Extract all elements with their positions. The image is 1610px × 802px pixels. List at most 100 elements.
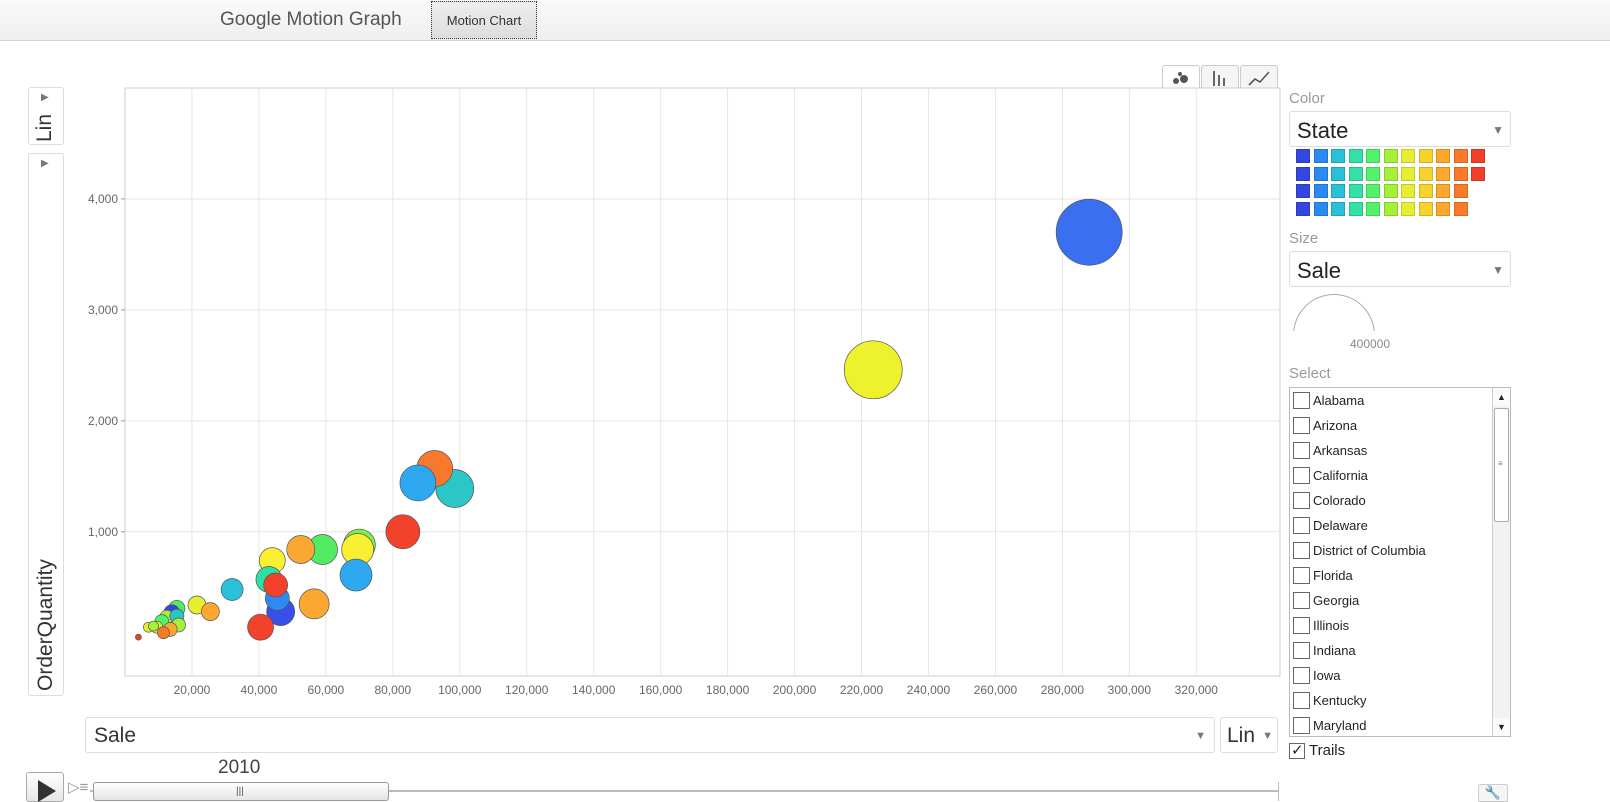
data-bubble[interactable] [298, 588, 330, 620]
size-dropdown[interactable]: Sale ▼ [1289, 251, 1511, 287]
color-swatch [1401, 149, 1415, 163]
color-swatch [1471, 166, 1485, 181]
data-bubble[interactable] [1055, 198, 1123, 266]
size-legend-value: 400000 [1350, 337, 1391, 351]
data-bubble[interactable] [148, 620, 159, 632]
select-item[interactable]: Indiana [1290, 638, 1356, 663]
speed-control-icon[interactable]: ▷≡ [68, 778, 88, 796]
x-variable-selector[interactable]: Sale ▼ [85, 717, 1215, 753]
select-item[interactable]: Colorado [1290, 488, 1366, 513]
scroll-up-icon[interactable]: ▲ [1493, 388, 1510, 406]
y-tick-label: 2,000 [88, 414, 118, 428]
data-bubble[interactable] [339, 558, 373, 592]
select-item-label: Iowa [1313, 668, 1341, 683]
color-swatch [1331, 201, 1345, 216]
select-item-label: Arizona [1313, 418, 1358, 433]
select-label: Select [1289, 365, 1331, 382]
select-item[interactable]: Arizona [1290, 413, 1357, 438]
data-bubble[interactable] [247, 613, 274, 641]
select-scrollbar[interactable]: ▲ ≡ ▼ [1492, 388, 1510, 736]
select-item[interactable]: Florida [1290, 563, 1353, 588]
data-bubble[interactable] [135, 633, 142, 641]
select-item[interactable]: Illinois [1290, 613, 1349, 638]
data-bubble[interactable] [843, 340, 903, 400]
select-checkbox[interactable] [1293, 642, 1310, 659]
select-item[interactable]: Arkansas [1290, 438, 1367, 463]
color-swatch [1383, 166, 1398, 181]
data-bubble[interactable] [220, 578, 244, 601]
color-swatch [1436, 201, 1450, 216]
entity-select-list[interactable]: Alabama Arizona Arkansas California Colorado… [1289, 387, 1511, 737]
select-item-label: California [1313, 468, 1368, 483]
trails-checkbox[interactable] [1289, 741, 1305, 759]
color-swatch [1436, 184, 1450, 198]
x-scale-selector[interactable]: Lin ▼ [1220, 717, 1278, 753]
select-checkbox[interactable] [1293, 592, 1310, 609]
trails-toggle[interactable]: Trails [1289, 741, 1345, 759]
data-bubble[interactable] [399, 464, 437, 502]
color-swatch [1366, 184, 1380, 198]
chevron-down-icon: ▼ [1262, 730, 1273, 742]
select-item[interactable]: California [1290, 463, 1368, 488]
select-checkbox[interactable] [1293, 692, 1310, 709]
x-tick-label: 140,000 [572, 683, 616, 697]
settings-wrench-icon[interactable]: 🔧 [1478, 784, 1508, 802]
color-swatch [1383, 184, 1398, 198]
data-bubble[interactable] [385, 514, 421, 550]
x-tick-label: 100,000 [438, 683, 482, 697]
select-item[interactable]: Delaware [1290, 513, 1368, 538]
size-label: Size [1289, 230, 1319, 247]
chevron-down-icon: ▼ [1492, 123, 1504, 137]
select-checkbox[interactable] [1293, 617, 1310, 634]
select-item-label: Florida [1313, 568, 1353, 583]
scrollbar-thumb[interactable]: ≡ [1494, 408, 1509, 522]
x-tick-label: 260,000 [974, 683, 1018, 697]
select-checkbox[interactable] [1293, 417, 1310, 434]
select-item[interactable]: Kentucky [1290, 688, 1366, 713]
size-legend-arc [1293, 294, 1375, 331]
data-bubble[interactable] [263, 572, 289, 598]
x-tick-label: 80,000 [374, 683, 411, 697]
select-checkbox[interactable] [1293, 467, 1310, 484]
color-swatch [1313, 166, 1328, 181]
select-item[interactable]: District of Columbia [1290, 538, 1426, 563]
color-swatch [1366, 201, 1380, 216]
x-tick-label: 40,000 [241, 683, 278, 697]
select-checkbox[interactable] [1293, 667, 1310, 684]
timeline-handle[interactable]: ||| [93, 782, 389, 801]
color-swatch [1436, 149, 1450, 163]
select-checkbox[interactable] [1293, 492, 1310, 509]
select-checkbox[interactable] [1293, 442, 1310, 459]
color-swatch [1453, 201, 1468, 216]
color-swatch [1401, 201, 1415, 216]
select-item[interactable]: Maryland [1290, 713, 1366, 736]
data-bubble[interactable] [201, 602, 220, 622]
timeline-end [1278, 782, 1279, 801]
select-checkbox[interactable] [1293, 517, 1310, 534]
chevron-down-icon: ▼ [1195, 730, 1206, 742]
select-checkbox[interactable] [1293, 542, 1310, 559]
select-checkbox[interactable] [1293, 717, 1310, 734]
select-item[interactable]: Georgia [1290, 588, 1359, 613]
motion-chart-plot[interactable]: 20,000 40,000 60,000 80,000 100,000 120,000 14… [0, 0, 1285, 700]
select-item[interactable]: Alabama [1290, 388, 1364, 413]
color-dropdown[interactable]: State ▼ [1289, 111, 1511, 147]
swatch-row [1296, 166, 1489, 185]
data-bubble[interactable] [157, 626, 170, 640]
data-bubble[interactable] [286, 535, 316, 564]
color-swatch [1313, 184, 1328, 198]
x-tick-label: 200,000 [773, 683, 817, 697]
swatch-row [1296, 201, 1489, 220]
x-variable-label: Sale [94, 724, 137, 747]
select-checkbox[interactable] [1293, 392, 1310, 409]
scroll-down-icon[interactable]: ▼ [1493, 718, 1510, 736]
select-item[interactable]: Iowa [1290, 663, 1340, 688]
y-tick-label: 1,000 [88, 525, 118, 539]
color-swatch [1418, 166, 1433, 181]
x-tick-label: 120,000 [505, 683, 549, 697]
x-tick-label: 300,000 [1108, 683, 1152, 697]
select-item-label: Georgia [1313, 593, 1360, 608]
play-button[interactable] [26, 772, 64, 802]
select-checkbox[interactable] [1293, 567, 1310, 584]
x-scale-label: Lin [1227, 724, 1256, 747]
